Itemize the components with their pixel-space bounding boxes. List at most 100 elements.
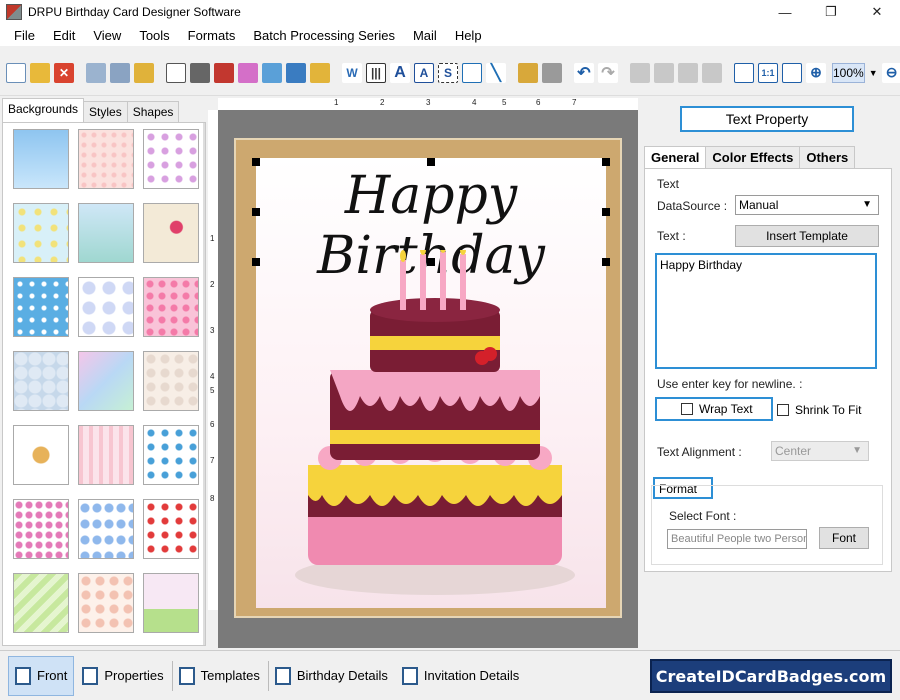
redo-icon[interactable]: ↷ xyxy=(598,62,618,83)
background-thumbnail[interactable] xyxy=(13,351,69,411)
background-thumbnail[interactable] xyxy=(143,277,199,337)
font-button[interactable]: Font xyxy=(819,527,869,549)
background-thumbnail[interactable] xyxy=(78,499,134,559)
background-thumbnail[interactable] xyxy=(78,203,134,263)
minimize-button[interactable]: — xyxy=(762,0,808,24)
font-name-field[interactable]: Beautiful People two Persona xyxy=(667,529,807,549)
background-thumbnail[interactable] xyxy=(78,351,134,411)
new-icon[interactable] xyxy=(6,62,26,83)
background-thumbnail[interactable] xyxy=(13,129,69,189)
tab-color-effects[interactable]: Color Effects xyxy=(705,146,801,168)
wrap-text-checkbox[interactable]: Wrap Text xyxy=(655,397,773,421)
alignment-select[interactable]: Center ▼ xyxy=(771,441,869,461)
fit-page-icon[interactable] xyxy=(782,62,802,83)
background-thumbnail[interactable] xyxy=(143,351,199,411)
zoom-level-select[interactable]: 100% xyxy=(832,62,865,83)
tab-shapes[interactable]: Shapes xyxy=(126,101,180,122)
save-as-icon[interactable] xyxy=(110,62,130,83)
menu-edit[interactable]: Edit xyxy=(53,28,75,43)
export-icon[interactable] xyxy=(134,62,154,83)
menu-mail[interactable]: Mail xyxy=(413,28,437,43)
ruler-label: 2 xyxy=(210,280,215,289)
print-icon[interactable] xyxy=(190,62,210,83)
wordart-icon[interactable]: W xyxy=(342,62,362,83)
background-thumbnail[interactable] xyxy=(78,573,134,633)
birthday-details-button[interactable]: Birthday Details xyxy=(269,656,394,696)
chevron-down-icon: ▼ xyxy=(862,199,872,210)
selection-handle[interactable] xyxy=(252,208,260,216)
selection-handle[interactable] xyxy=(427,158,435,166)
thumbnail-scrollbar[interactable] xyxy=(203,123,205,645)
selection-handle[interactable] xyxy=(602,208,610,216)
tab-styles[interactable]: Styles xyxy=(83,101,128,122)
templates-button[interactable]: Templates xyxy=(173,656,266,696)
print-preview-icon[interactable] xyxy=(166,62,186,83)
tab-backgrounds[interactable]: Backgrounds xyxy=(2,98,85,122)
background-thumbnail[interactable] xyxy=(143,203,199,263)
maximize-button[interactable]: ❐ xyxy=(808,0,854,24)
zoom-out-icon[interactable]: ⊖ xyxy=(881,62,900,83)
properties-button[interactable]: Properties xyxy=(76,656,169,696)
mail-icon[interactable] xyxy=(462,62,482,83)
card-frame[interactable]: Happy Birthday xyxy=(234,138,622,618)
background-thumbnail[interactable] xyxy=(78,129,134,189)
invitation-details-button[interactable]: Invitation Details xyxy=(396,656,525,696)
selection-handle[interactable] xyxy=(602,158,610,166)
menu-tools[interactable]: Tools xyxy=(139,28,169,43)
paste-icon[interactable] xyxy=(678,62,698,83)
close-document-icon[interactable]: ✕ xyxy=(54,62,74,83)
card-surface[interactable]: Happy Birthday xyxy=(252,158,610,608)
menu-batch-processing[interactable]: Batch Processing Series xyxy=(253,28,395,43)
background-thumbnail[interactable] xyxy=(13,425,69,485)
barcode-icon[interactable]: ||| xyxy=(366,62,386,83)
textbox-icon[interactable]: A xyxy=(414,62,434,83)
front-view-button[interactable]: Front xyxy=(8,655,75,696)
cut-icon[interactable] xyxy=(630,62,650,83)
undo-icon[interactable]: ↶ xyxy=(574,62,594,83)
background-thumbnail[interactable] xyxy=(143,129,199,189)
birthday-cake-image[interactable] xyxy=(290,250,580,600)
background-thumbnail[interactable] xyxy=(13,573,69,633)
image-icon[interactable] xyxy=(262,62,282,83)
grid-icon[interactable] xyxy=(734,62,754,83)
open-folder-icon[interactable] xyxy=(30,62,50,83)
design-canvas[interactable]: Happy Birthday xyxy=(218,110,638,648)
shapes-icon[interactable] xyxy=(310,62,330,83)
signature-icon[interactable]: S xyxy=(438,62,458,83)
copy-icon[interactable] xyxy=(654,62,674,83)
background-thumbnail[interactable] xyxy=(13,203,69,263)
background-thumbnail[interactable] xyxy=(13,277,69,337)
database-icon[interactable] xyxy=(518,62,538,83)
menu-formats[interactable]: Formats xyxy=(188,28,236,43)
background-thumbnail[interactable] xyxy=(13,499,69,559)
delete-icon[interactable] xyxy=(702,62,722,83)
selection-handle[interactable] xyxy=(252,158,260,166)
background-thumbnail[interactable] xyxy=(143,573,199,633)
layers-icon[interactable] xyxy=(214,62,234,83)
pencil-icon[interactable] xyxy=(286,62,306,83)
text-icon[interactable]: A xyxy=(390,62,410,83)
menu-view[interactable]: View xyxy=(93,28,121,43)
zoom-in-icon[interactable]: ⊕ xyxy=(806,62,826,83)
selection-handle[interactable] xyxy=(602,258,610,266)
datasource-select[interactable]: Manual ▼ xyxy=(735,195,879,215)
chevron-down-icon[interactable]: ▼ xyxy=(869,68,878,78)
text-content-field[interactable]: Happy Birthday xyxy=(655,253,877,369)
menu-file[interactable]: File xyxy=(14,28,35,43)
background-thumbnail[interactable] xyxy=(143,499,199,559)
line-icon[interactable]: ╲ xyxy=(486,62,506,83)
database-settings-icon[interactable] xyxy=(542,62,562,83)
selection-handle[interactable] xyxy=(252,258,260,266)
insert-template-button[interactable]: Insert Template xyxy=(735,225,879,247)
gift-icon[interactable] xyxy=(238,62,258,83)
background-thumbnail[interactable] xyxy=(78,277,134,337)
background-thumbnail[interactable] xyxy=(143,425,199,485)
menu-help[interactable]: Help xyxy=(455,28,482,43)
save-icon[interactable] xyxy=(86,62,106,83)
tab-others[interactable]: Others xyxy=(799,146,856,168)
close-button[interactable]: ✕ xyxy=(854,0,900,24)
tab-general[interactable]: General xyxy=(644,146,707,168)
background-thumbnail[interactable] xyxy=(78,425,134,485)
shrink-to-fit-checkbox[interactable]: Shrink To Fit xyxy=(777,403,861,417)
actual-size-icon[interactable]: 1:1 xyxy=(758,62,778,83)
